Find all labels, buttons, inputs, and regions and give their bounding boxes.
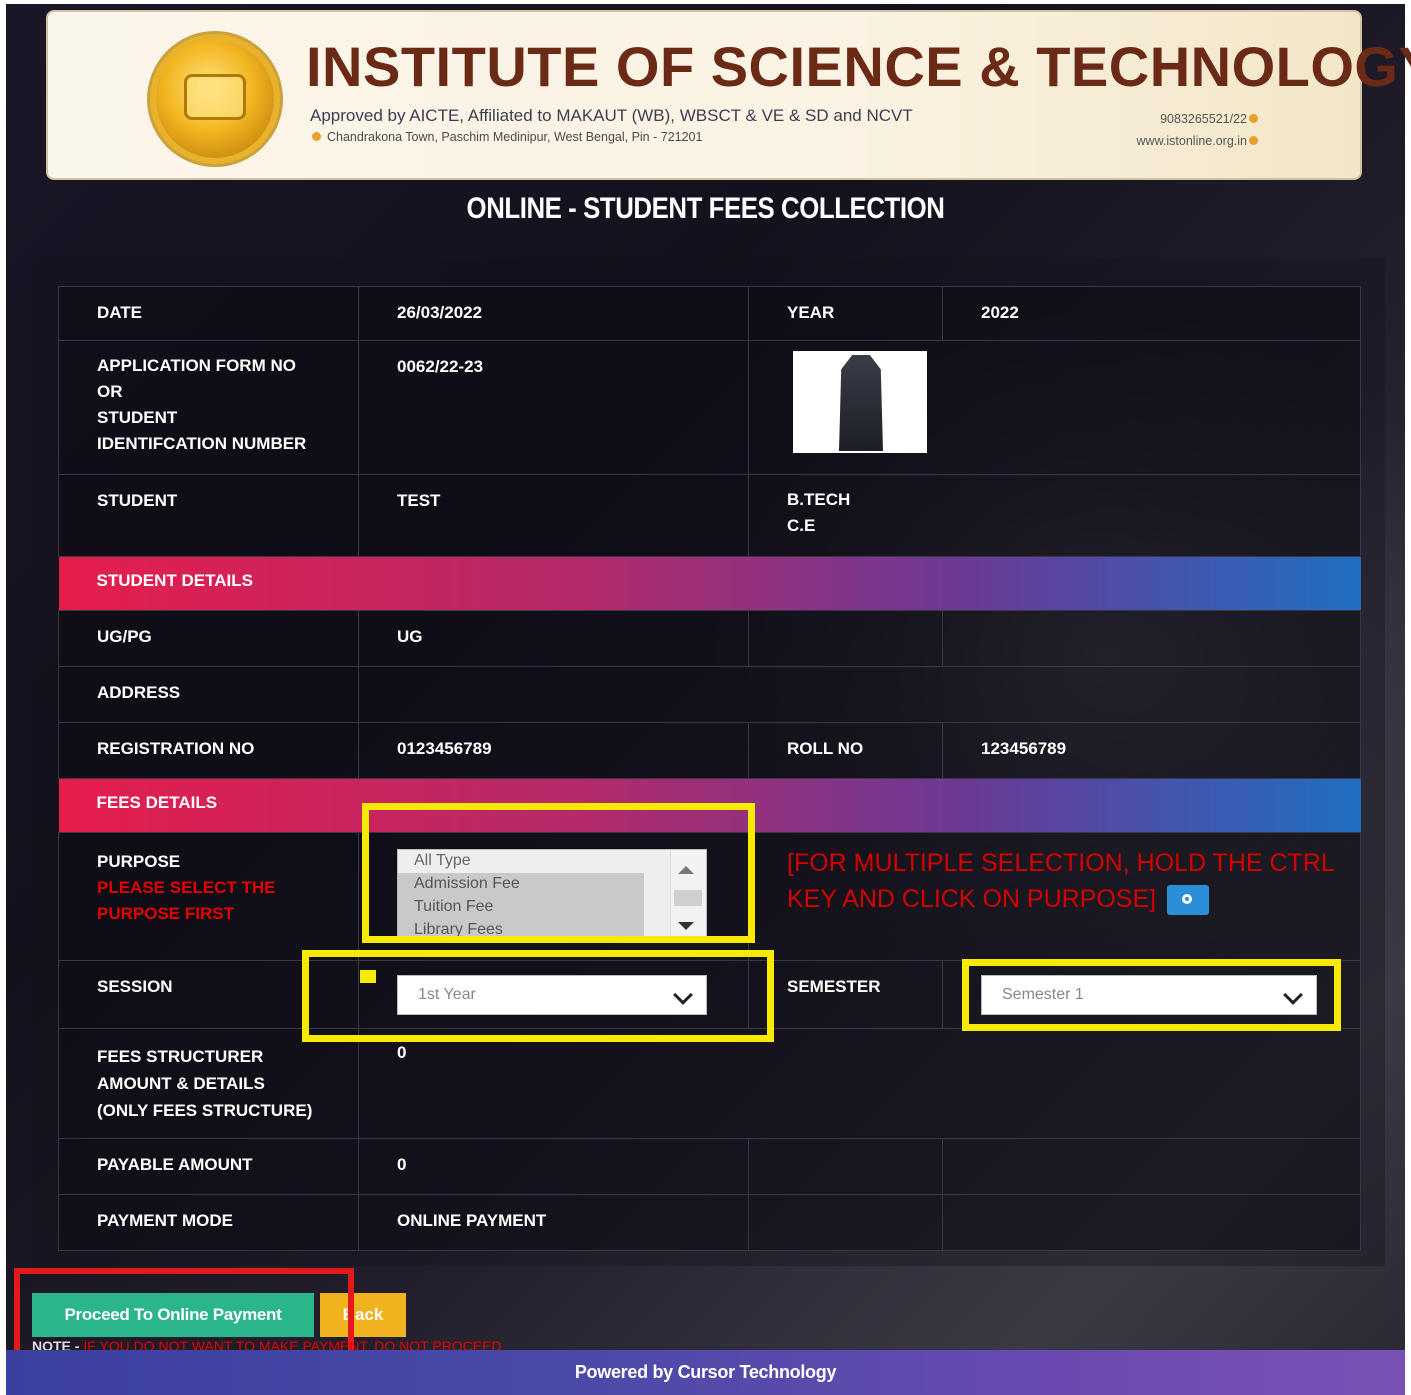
course-branch: B.TECH C.E	[748, 474, 1361, 557]
course-value: B.TECH	[787, 490, 851, 509]
purpose-label: PURPOSE	[97, 852, 181, 871]
student-photo-cell	[748, 340, 1361, 475]
footer: Powered by Cursor Technology	[6, 1350, 1405, 1395]
year-value: 2022	[942, 286, 1361, 341]
institute-address: Chandrakona Town, Paschim Medinipur, Wes…	[310, 130, 702, 144]
institute-website: www.istonline.org.in	[1136, 134, 1247, 148]
multi-select-note-cell: [FOR MULTIPLE SELECTION, HOLD THE CTRL K…	[748, 832, 1361, 961]
application-no-value: 0062/22-23	[358, 340, 749, 475]
student-name-value: TEST	[358, 474, 749, 557]
globe-icon	[1249, 136, 1258, 145]
ugpg-label: UG/PG	[58, 610, 359, 667]
application-no-label: APPLICATION FORM NO OR STUDENT IDENTIFCA…	[58, 340, 359, 475]
roll-value: 123456789	[942, 722, 1361, 779]
institute-banner: INSTITUTE OF SCIENCE & TECHNOLOGY Approv…	[46, 10, 1411, 180]
highlight-marker	[360, 970, 376, 983]
phone-icon	[1249, 114, 1258, 123]
info-icon[interactable]	[1167, 885, 1210, 916]
student-photo	[793, 351, 927, 453]
student-label: STUDENT	[58, 474, 359, 557]
highlight-purpose-box	[362, 803, 755, 943]
highlight-session-box	[302, 950, 774, 1042]
ugpg-value: UG	[358, 610, 749, 667]
fees-structure-label: FEES STRUCTURER AMOUNT & DETAILS (ONLY F…	[58, 1028, 359, 1139]
institute-contact: 9083265521/22 www.istonline.org.in	[1137, 108, 1264, 152]
branch-value: C.E	[787, 516, 816, 535]
semester-label: SEMESTER	[748, 960, 943, 1029]
address-label: ADDRESS	[58, 666, 359, 723]
payable-amount-value: 0	[358, 1138, 749, 1195]
fees-structure-value: 0	[358, 1028, 1361, 1139]
address-value	[358, 666, 1361, 723]
roll-label: ROLL NO	[748, 722, 943, 779]
date-value: 26/03/2022	[358, 286, 749, 341]
institute-seal-logo	[156, 40, 274, 158]
registration-value: 0123456789	[358, 722, 749, 779]
institute-phone: 9083265521/22	[1160, 112, 1247, 126]
institute-approval: Approved by AICTE, Affiliated to MAKAUT …	[310, 106, 913, 125]
multi-select-note: [FOR MULTIPLE SELECTION, HOLD THE CTRL K…	[787, 845, 1350, 917]
payment-mode-value: ONLINE PAYMENT	[358, 1194, 749, 1251]
payment-mode-label: PAYMENT MODE	[58, 1194, 359, 1251]
registration-label: REGISTRATION NO	[58, 722, 359, 779]
section-student-details: STUDENT DETAILS	[58, 556, 1361, 611]
date-label: DATE	[58, 286, 359, 341]
payable-amount-label: PAYABLE AMOUNT	[58, 1138, 359, 1195]
location-icon	[312, 132, 321, 141]
page-title: ONLINE - STUDENT FEES COLLECTION	[466, 192, 945, 225]
purpose-label-cell: PURPOSE PLEASE SELECT THE PURPOSE FIRST	[58, 832, 359, 961]
year-label: YEAR	[748, 286, 943, 341]
fees-form-table: DATE 26/03/2022 YEAR 2022 APPLICATION FO…	[58, 286, 1361, 1251]
institute-name: INSTITUTE OF SCIENCE & TECHNOLOGY	[306, 35, 1411, 98]
highlight-semester-box	[962, 959, 1341, 1031]
purpose-warning: PLEASE SELECT THE PURPOSE FIRST	[97, 878, 276, 923]
